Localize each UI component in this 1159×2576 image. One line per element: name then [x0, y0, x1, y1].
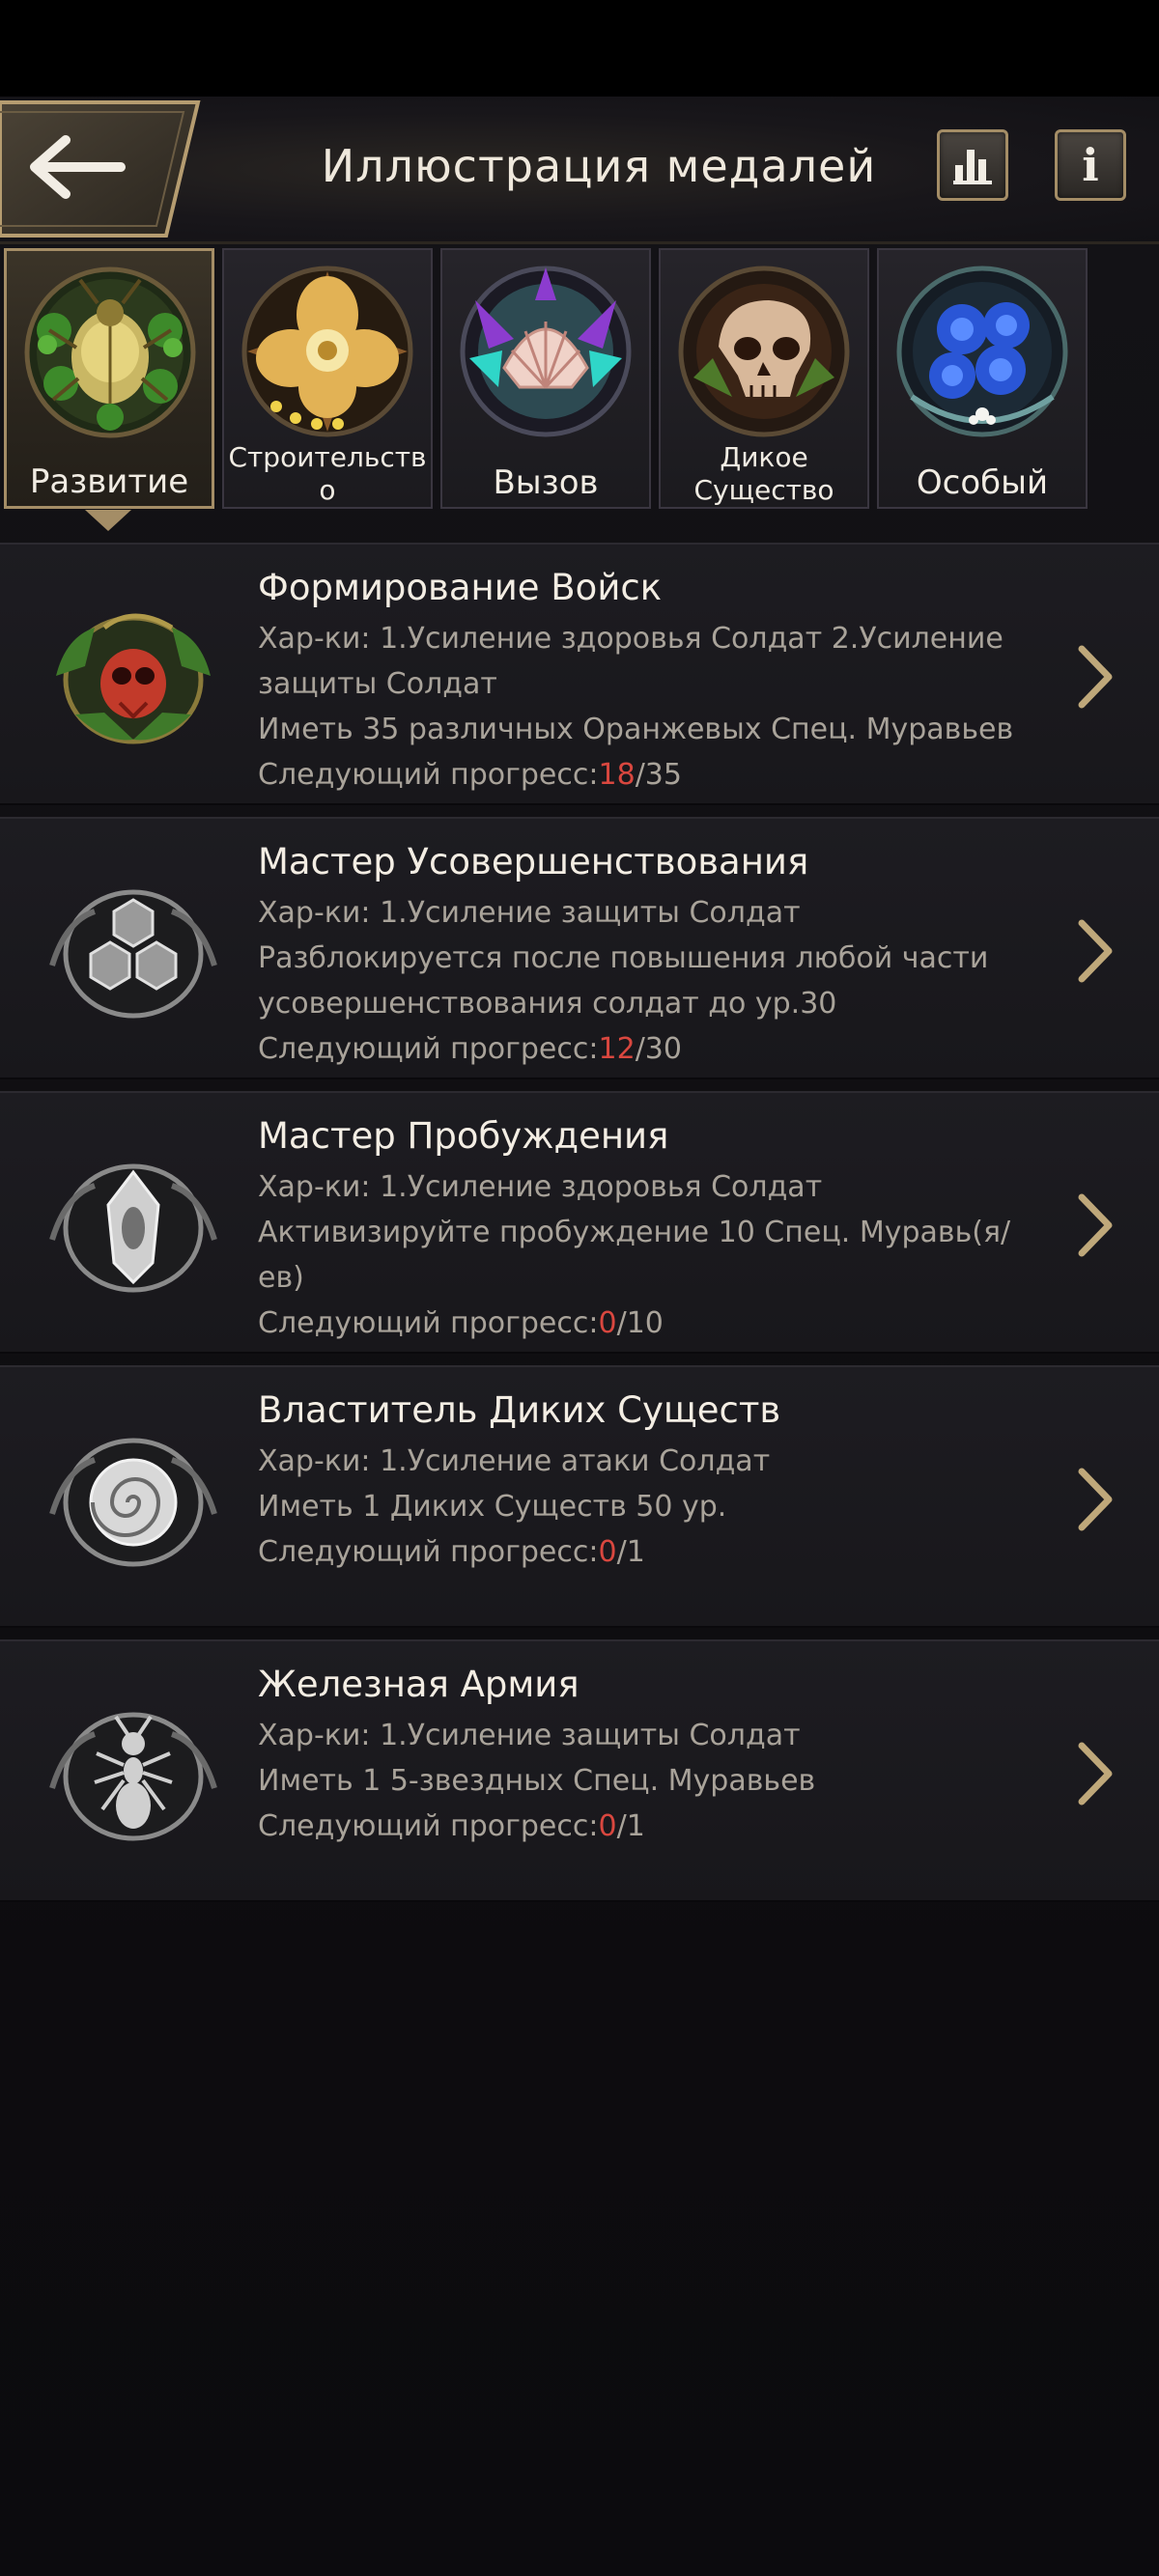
medal-row-wild-creatures-lord[interactable]: Властитель Диких Существ Хар-ки: 1.Усиле… [0, 1365, 1159, 1628]
tab-label: Развитие [29, 462, 189, 501]
tab-label: Вызов [493, 463, 599, 502]
progress-current: 0 [598, 1809, 617, 1843]
beetle-medal-icon [24, 266, 196, 438]
progress-total: /1 [616, 1535, 645, 1569]
blue-flowers-medal-icon [896, 266, 1068, 437]
medal-desc-line: Хар-ки: 1.Усиление здоровья Солдат 2.Уси… [258, 622, 1004, 656]
medal-text: Властитель Диких Существ Хар-ки: 1.Усиле… [258, 1386, 1050, 1575]
medal-progress: Следующий прогресс:0/10 [258, 1301, 1050, 1346]
hexagon-medal-icon [49, 889, 217, 1019]
medal-title: Формирование Войск [258, 567, 663, 608]
tab-label: Дикое Существо [693, 441, 834, 506]
header: Иллюстрация медалей i [0, 97, 1159, 244]
medal-text: Мастер Пробуждения Хар-ки: 1.Усиление зд… [258, 1112, 1050, 1346]
back-arrow-icon [0, 100, 201, 238]
statistics-button[interactable] [937, 129, 1008, 201]
medal-desc-line: Разблокируется после повышения любой час… [258, 941, 989, 975]
medal-row-iron-army[interactable]: Железная Армия Хар-ки: 1.Усиление защиты… [0, 1639, 1159, 1902]
info-button[interactable]: i [1055, 129, 1126, 201]
info-icon: i [1082, 139, 1099, 191]
medal-text: Формирование Войск Хар-ки: 1.Усиление зд… [258, 564, 1050, 798]
medal-row-upgrade-master[interactable]: Мастер Усовершенствования Хар-ки: 1.Усил… [0, 817, 1159, 1079]
progress-label: Следующий прогресс: [258, 758, 599, 792]
tab-special[interactable]: Особый [877, 248, 1088, 509]
medal-progress: Следующий прогресс:0/1 [258, 1804, 1050, 1849]
chevron-right-icon [1078, 1193, 1113, 1257]
medal-desc-line: Активизируйте пробуждение 10 Спец. Мурав… [258, 1216, 1011, 1295]
medal-desc-line: Иметь 35 различных Оранжевых Спец. Мурав… [258, 713, 1014, 746]
medal-desc-line: Хар-ки: 1.Усиление здоровья Солдат [258, 1170, 823, 1204]
medal-text: Железная Армия Хар-ки: 1.Усиление защиты… [258, 1661, 1050, 1849]
progress-current: 0 [598, 1306, 617, 1340]
medal-title: Железная Армия [258, 1664, 580, 1705]
progress-total: /35 [635, 758, 682, 792]
progress-current: 12 [598, 1032, 636, 1066]
snail-shell-medal-icon [49, 1438, 217, 1567]
medal-progress: Следующий прогресс:0/1 [258, 1529, 1050, 1575]
category-tabs: Развитие Строительств о Вызов Дикое Суще… [0, 246, 1159, 531]
flower-medal-icon [241, 266, 413, 437]
progress-label: Следующий прогресс: [258, 1306, 599, 1340]
shell-medal-icon [460, 266, 632, 437]
progress-label: Следующий прогресс: [258, 1535, 599, 1569]
tab-challenge[interactable]: Вызов [440, 248, 651, 509]
medal-title: Властитель Диких Существ [258, 1389, 781, 1431]
ant-medal-icon [49, 1712, 217, 1841]
tab-development[interactable]: Развитие [4, 248, 214, 509]
progress-current: 0 [598, 1535, 617, 1569]
tab-construction[interactable]: Строительств о [222, 248, 433, 509]
medal-desc-line: Хар-ки: 1.Усиление защиты Солдат [258, 896, 801, 930]
medal-row-troop-formation[interactable]: Формирование Войск Хар-ки: 1.Усиление зд… [0, 543, 1159, 805]
medal-title: Мастер Усовершенствования [258, 841, 809, 882]
skull-medal-icon [678, 266, 850, 437]
medal-desc-line: Иметь 1 5-звездных Спец. Муравьев [258, 1764, 816, 1798]
medal-desc-line: защиты Солдат [258, 667, 497, 701]
medal-progress: Следующий прогресс:18/35 [258, 752, 1050, 798]
page-title: Иллюстрация медалей [321, 140, 877, 192]
progress-total: /30 [635, 1032, 682, 1066]
medal-text: Мастер Усовершенствования Хар-ки: 1.Усил… [258, 838, 1050, 1072]
tab-label: Строительств о [228, 441, 427, 506]
medal-desc-line: Хар-ки: 1.Усиление защиты Солдат [258, 1719, 801, 1752]
tab-label: Особый [916, 463, 1049, 502]
back-button[interactable] [0, 98, 203, 239]
tab-wild-creature[interactable]: Дикое Существо [659, 248, 869, 509]
progress-total: /1 [616, 1809, 645, 1843]
progress-total: /10 [616, 1306, 664, 1340]
crystal-medal-icon [49, 1163, 217, 1293]
chevron-right-icon [1078, 645, 1113, 709]
medal-desc-line: усовершенствования солдат до ур.30 [258, 987, 837, 1021]
chevron-right-icon [1078, 919, 1113, 983]
red-ant-medal-icon [56, 613, 211, 744]
progress-label: Следующий прогресс: [258, 1809, 599, 1843]
status-bar [0, 0, 1159, 97]
chevron-right-icon [1078, 1742, 1113, 1806]
bar-chart-icon [953, 150, 992, 184]
medal-row-awakening-master[interactable]: Мастер Пробуждения Хар-ки: 1.Усиление зд… [0, 1091, 1159, 1354]
medal-desc-line: Хар-ки: 1.Усиление атаки Солдат [258, 1444, 771, 1478]
active-tab-pointer [85, 510, 131, 531]
progress-label: Следующий прогресс: [258, 1032, 599, 1066]
medal-desc-line: Иметь 1 Диких Существ 50 ур. [258, 1490, 727, 1524]
medal-progress: Следующий прогресс:12/30 [258, 1026, 1050, 1072]
progress-current: 18 [598, 758, 636, 792]
screen: Иллюстрация медалей i Развитие Строитель… [0, 0, 1159, 2576]
chevron-right-icon [1078, 1468, 1113, 1531]
medal-title: Мастер Пробуждения [258, 1115, 669, 1157]
